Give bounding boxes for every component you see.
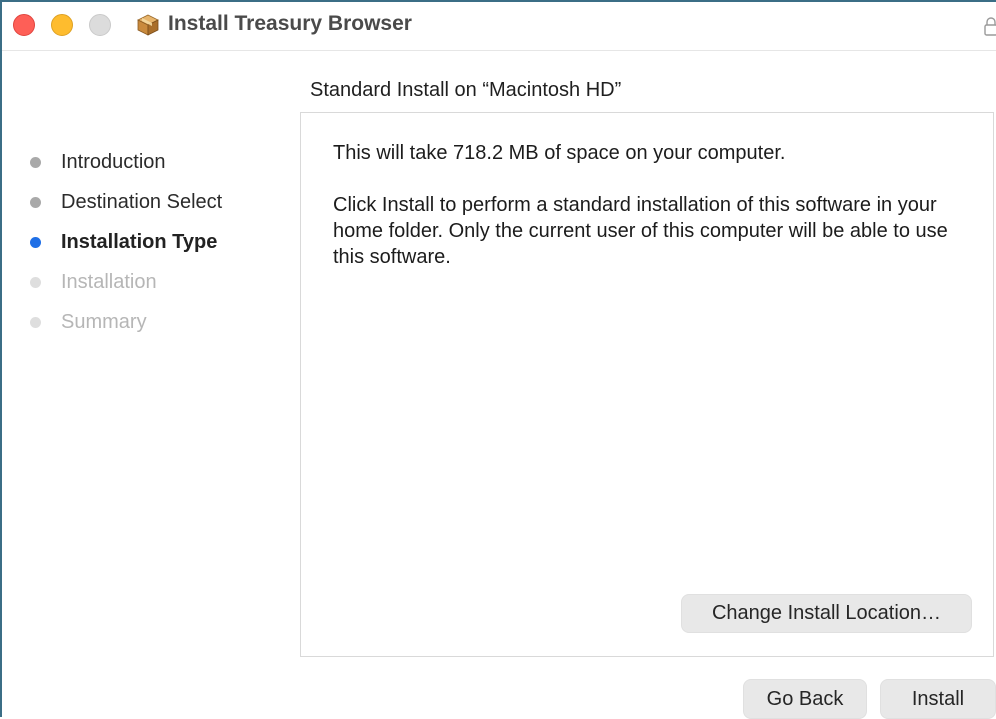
close-window-button[interactable]	[13, 14, 35, 36]
title-bar: Install Treasury Browser	[2, 2, 996, 51]
step-introduction: Introduction	[30, 142, 290, 182]
package-box-icon	[137, 14, 159, 36]
install-description-text: Click Install to perform a standard inst…	[333, 194, 948, 268]
step-status-dot	[30, 196, 41, 208]
go-back-button[interactable]: Go Back	[743, 679, 867, 719]
step-label: Introduction	[61, 150, 166, 173]
step-label: Destination Select	[61, 190, 223, 213]
step-destination-select: Destination Select	[30, 182, 290, 222]
step-status-dot	[30, 316, 41, 328]
lock-icon[interactable]	[984, 16, 996, 36]
step-label: Installation	[61, 270, 157, 293]
zoom-window-button[interactable]	[89, 14, 111, 36]
window-title: Install Treasury Browser	[168, 12, 412, 35]
panel-text: This will take 718.2 MB of space on your…	[333, 140, 973, 270]
step-label: Installation Type	[61, 230, 218, 253]
step-installation: Installation	[30, 262, 290, 302]
install-heading: Standard Install on “Macintosh HD”	[310, 79, 622, 101]
minimize-window-button[interactable]	[51, 14, 73, 36]
step-status-dot	[30, 236, 41, 248]
installer-window: Install Treasury Browser Introduction De…	[0, 0, 996, 719]
step-label: Summary	[61, 310, 147, 333]
step-summary: Summary	[30, 302, 290, 342]
step-status-dot	[30, 156, 41, 168]
step-status-dot	[30, 276, 41, 288]
install-button[interactable]: Install	[880, 679, 996, 719]
space-required-text: This will take 718.2 MB of space on your…	[333, 142, 786, 164]
step-installation-type: Installation Type	[30, 222, 290, 262]
change-install-location-button[interactable]: Change Install Location…	[681, 594, 972, 633]
installer-steps-list: Introduction Destination Select Installa…	[30, 142, 290, 342]
install-info-panel: This will take 718.2 MB of space on your…	[300, 112, 994, 657]
